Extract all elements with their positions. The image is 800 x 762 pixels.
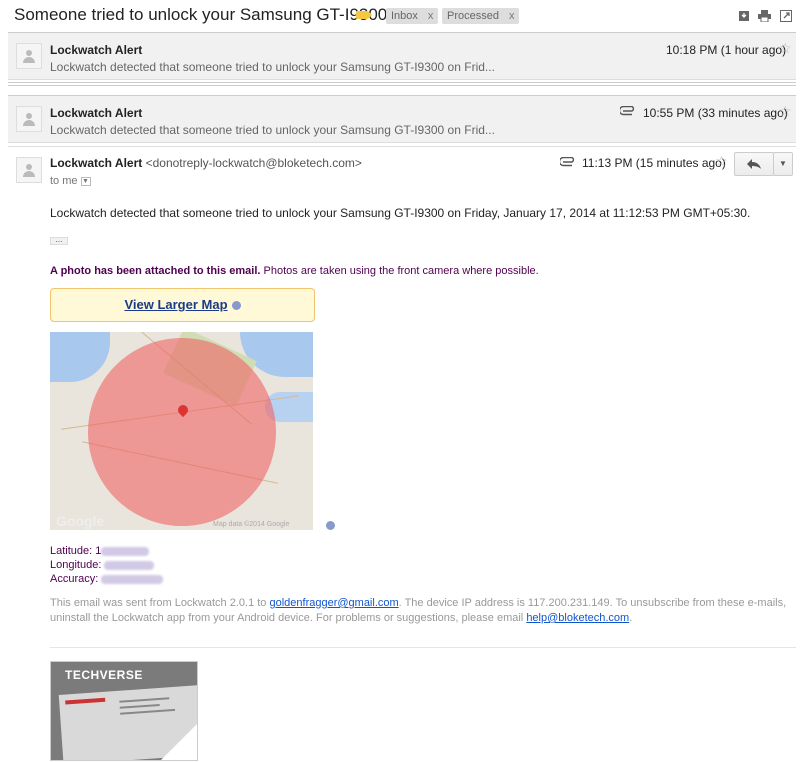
- map-google-logo: Google: [56, 513, 105, 529]
- paperclip-icon: [618, 104, 636, 119]
- avatar: [16, 106, 42, 132]
- accuracy-row: Accuracy:: [50, 573, 164, 585]
- photo-notice-bold: A photo has been attached to this email.: [50, 265, 261, 277]
- view-larger-map-link[interactable]: View Larger Map: [124, 297, 227, 312]
- message-time: 10:18 PM (1 hour ago): [666, 43, 787, 57]
- avatar: [16, 43, 42, 69]
- latitude-row: Latitude: 1: [50, 545, 150, 557]
- paperclip-icon: [558, 155, 576, 170]
- message-sender: Lockwatch Alert: [50, 156, 143, 170]
- longitude-label: Longitude:: [50, 559, 102, 571]
- open-message: Lockwatch Alert <donotreply-lockwatch@bl…: [8, 146, 796, 762]
- footer-text-1: This email was sent from Lockwatch 2.0.1…: [50, 597, 270, 609]
- show-trimmed-content-button[interactable]: ...: [50, 236, 68, 245]
- photo-detail: [119, 703, 160, 709]
- latitude-label: Latitude:: [50, 545, 93, 557]
- map-footer: Google Map data ©2014 Google: [50, 513, 340, 531]
- star-icon[interactable]: ☆: [779, 40, 792, 57]
- attachment-brand-text: TECHVERSE: [65, 668, 143, 682]
- recipient-text: to me: [50, 175, 78, 187]
- attachment-thumbnail[interactable]: TECHVERSE: [50, 661, 198, 761]
- reply-icon: [747, 159, 761, 169]
- remove-label-button[interactable]: x: [428, 10, 434, 22]
- external-link-icon: [231, 301, 241, 311]
- message-sender: Lockwatch Alert: [50, 106, 143, 120]
- redacted-value: [104, 560, 155, 570]
- star-icon[interactable]: ☆: [715, 153, 728, 170]
- label-inbox[interactable]: Inbox x: [386, 8, 439, 24]
- location-map-image[interactable]: [50, 332, 313, 530]
- collapsed-divider: [8, 82, 796, 86]
- photo-detail: [120, 708, 176, 715]
- label-name: Processed: [447, 10, 499, 22]
- help-email-link[interactable]: help@bloketech.com: [526, 612, 629, 624]
- label-processed[interactable]: Processed x: [442, 8, 520, 24]
- new-window-icon[interactable]: [779, 10, 792, 22]
- redacted-value: [101, 546, 150, 556]
- collapsed-message[interactable]: Lockwatch Alert Lockwatch detected that …: [8, 95, 796, 143]
- collapsed-message[interactable]: Lockwatch Alert Lockwatch detected that …: [8, 32, 796, 80]
- remove-label-button[interactable]: x: [509, 10, 515, 22]
- reply-button[interactable]: [734, 152, 774, 176]
- avatar: [16, 157, 42, 183]
- message-time: 10:55 PM (33 minutes ago): [643, 106, 788, 120]
- label-name: Inbox: [391, 10, 418, 22]
- photo-notice: A photo has been attached to this email.…: [50, 265, 539, 277]
- redacted-value: [101, 574, 164, 584]
- chevron-down-icon[interactable]: ▼: [80, 176, 91, 186]
- chevron-down-icon: ▼: [779, 159, 787, 168]
- print-icon[interactable]: [758, 10, 771, 23]
- accuracy-radius: [88, 338, 276, 526]
- message-footer: This email was sent from Lockwatch 2.0.1…: [50, 596, 790, 626]
- message-snippet: Lockwatch detected that someone tried to…: [50, 123, 495, 137]
- message-body-text: Lockwatch detected that someone tried to…: [50, 206, 751, 220]
- accuracy-label: Accuracy:: [50, 573, 99, 585]
- message-sender-line: Lockwatch Alert <donotreply-lockwatch@bl…: [50, 156, 362, 170]
- thread-subject: Someone tried to unlock your Samsung GT-…: [14, 5, 388, 24]
- more-options-button[interactable]: ▼: [773, 152, 793, 176]
- message-snippet: Lockwatch detected that someone tried to…: [50, 60, 495, 74]
- thread-toolbar: [737, 10, 792, 23]
- photo-notice-rest: Photos are taken using the front camera …: [260, 265, 539, 277]
- label-tag-icon[interactable]: [356, 11, 372, 19]
- download-icon[interactable]: [737, 10, 750, 22]
- map-credit: Map data ©2014 Google: [213, 521, 290, 528]
- recipient-email-link[interactable]: goldenfragger@gmail.com: [269, 597, 398, 609]
- view-map-box: View Larger Map: [50, 288, 315, 322]
- star-icon[interactable]: ☆: [779, 103, 792, 120]
- recipient-line[interactable]: to me ▼: [50, 175, 91, 187]
- page-fold-icon: [161, 724, 197, 760]
- sender-email: <donotreply-lockwatch@bloketech.com>: [145, 156, 362, 170]
- message-time: 11:13 PM (15 minutes ago): [582, 156, 726, 170]
- photo-detail: [65, 697, 106, 705]
- footer-text-3: .: [629, 612, 633, 624]
- attachment-divider: [50, 647, 796, 648]
- longitude-row: Longitude:: [50, 559, 155, 571]
- photo-detail: [119, 697, 170, 703]
- thread-header: Someone tried to unlock your Samsung GT-…: [0, 0, 800, 32]
- external-link-icon[interactable]: [326, 521, 335, 530]
- map-water: [50, 332, 110, 382]
- message-sender: Lockwatch Alert: [50, 43, 143, 57]
